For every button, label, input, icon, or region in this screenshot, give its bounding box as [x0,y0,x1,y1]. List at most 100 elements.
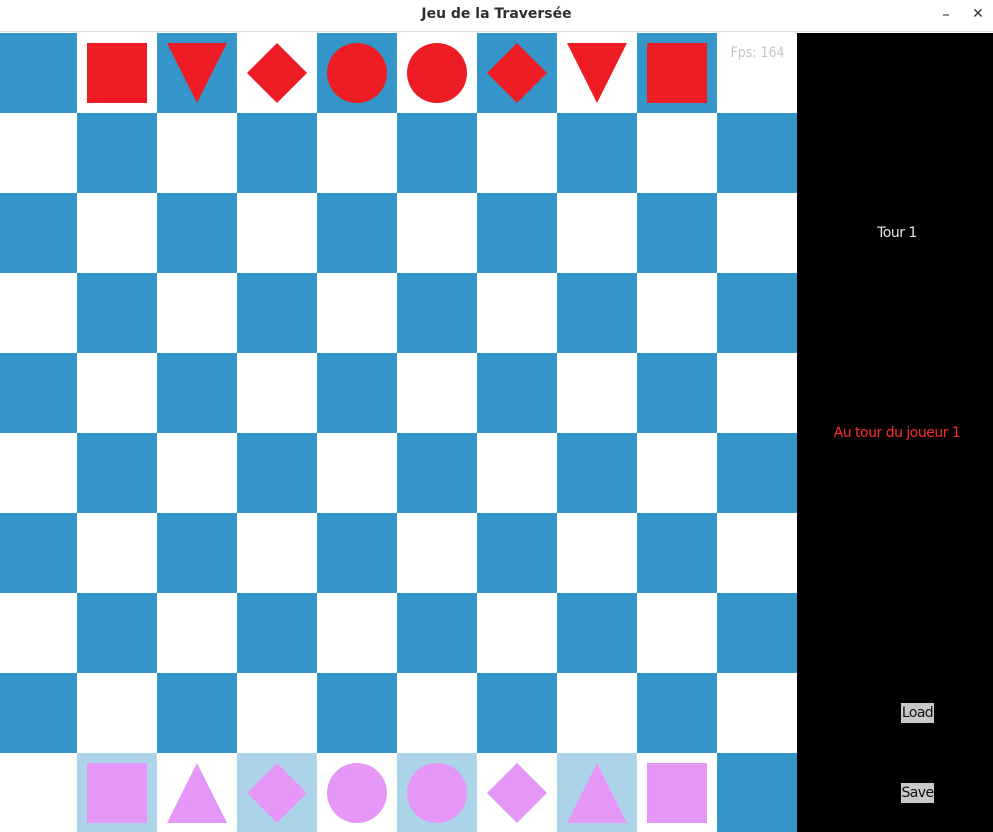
board-cell[interactable] [237,353,317,433]
board-cell[interactable] [397,33,477,113]
board-cell[interactable] [477,593,557,673]
board-cell[interactable] [717,673,797,753]
board-cell[interactable] [477,33,557,113]
board-cell[interactable] [637,113,717,193]
board-cell[interactable] [237,673,317,753]
board-cell[interactable] [477,433,557,513]
board-cell[interactable] [77,753,157,832]
board-cell[interactable] [0,433,77,513]
board-cell[interactable] [637,353,717,433]
board-cell[interactable] [157,433,237,513]
board-cell[interactable] [317,273,397,353]
board-cell[interactable] [157,113,237,193]
board-cell[interactable] [157,753,237,832]
board-cell[interactable] [317,753,397,832]
board-cell[interactable] [157,673,237,753]
board-cell[interactable] [77,193,157,273]
board-cell[interactable] [477,673,557,753]
board-cell[interactable] [477,113,557,193]
board-cell[interactable] [0,33,77,113]
board-cell[interactable] [0,673,77,753]
board-cell[interactable] [157,193,237,273]
board-cell[interactable] [77,593,157,673]
board-cell[interactable] [77,353,157,433]
board-cell[interactable] [237,433,317,513]
board-cell[interactable] [717,353,797,433]
board-cell[interactable] [397,273,477,353]
board-cell[interactable] [317,673,397,753]
board-cell[interactable] [317,193,397,273]
board-cell[interactable] [157,353,237,433]
board-cell[interactable] [0,593,77,673]
board-cell[interactable] [317,433,397,513]
board-cell[interactable] [557,273,637,353]
board-cell[interactable] [557,353,637,433]
board-cell[interactable] [637,33,717,113]
board-cell[interactable] [557,433,637,513]
board-cell[interactable] [717,113,797,193]
board-cell[interactable] [397,673,477,753]
board-cell[interactable] [157,513,237,593]
board-cell[interactable] [237,513,317,593]
board-cell[interactable] [477,513,557,593]
board-cell[interactable] [557,513,637,593]
board-cell[interactable] [77,673,157,753]
board-cell[interactable] [717,433,797,513]
board-cell[interactable] [157,33,237,113]
board-cell[interactable] [77,113,157,193]
board-cell[interactable] [557,593,637,673]
board-cell[interactable] [237,113,317,193]
board-cell[interactable] [477,273,557,353]
board-cell[interactable] [557,33,637,113]
board-cell[interactable] [397,513,477,593]
board-cell[interactable] [237,753,317,832]
close-icon[interactable]: ✕ [966,4,990,26]
board-cell[interactable] [637,433,717,513]
board-cell[interactable] [317,593,397,673]
board-cell[interactable] [317,353,397,433]
save-button[interactable]: Save [901,783,934,803]
game-board[interactable] [0,33,797,832]
board-cell[interactable] [157,593,237,673]
board-cell[interactable] [637,753,717,832]
board-cell[interactable] [717,593,797,673]
board-cell[interactable] [717,753,797,832]
board-cell[interactable] [0,113,77,193]
board-cell[interactable] [317,113,397,193]
load-button[interactable]: Load [901,703,934,723]
board-cell[interactable] [397,433,477,513]
board-cell[interactable] [237,593,317,673]
board-cell[interactable] [637,193,717,273]
board-cell[interactable] [477,753,557,832]
board-cell[interactable] [637,513,717,593]
board-cell[interactable] [477,353,557,433]
board-cell[interactable] [0,353,77,433]
board-cell[interactable] [637,273,717,353]
board-cell[interactable] [77,433,157,513]
board-cell[interactable] [0,193,77,273]
board-cell[interactable] [237,33,317,113]
board-cell[interactable] [557,753,637,832]
board-cell[interactable] [157,273,237,353]
minimize-icon[interactable]: – [934,4,958,26]
board-cell[interactable] [0,513,77,593]
board-cell[interactable] [237,273,317,353]
board-cell[interactable] [637,593,717,673]
board-cell[interactable] [717,193,797,273]
board-cell[interactable] [717,513,797,593]
board-cell[interactable] [397,113,477,193]
board-cell[interactable] [397,753,477,832]
board-cell[interactable] [637,673,717,753]
board-cell[interactable] [77,273,157,353]
board-cell[interactable] [77,513,157,593]
board-cell[interactable] [557,673,637,753]
board-cell[interactable] [477,193,557,273]
board-cell[interactable] [557,193,637,273]
board-cell[interactable] [397,353,477,433]
board-cell[interactable] [717,273,797,353]
board-cell[interactable] [237,193,317,273]
board-cell[interactable] [557,113,637,193]
board-cell[interactable] [317,513,397,593]
board-cell[interactable] [0,273,77,353]
board-cell[interactable] [397,193,477,273]
